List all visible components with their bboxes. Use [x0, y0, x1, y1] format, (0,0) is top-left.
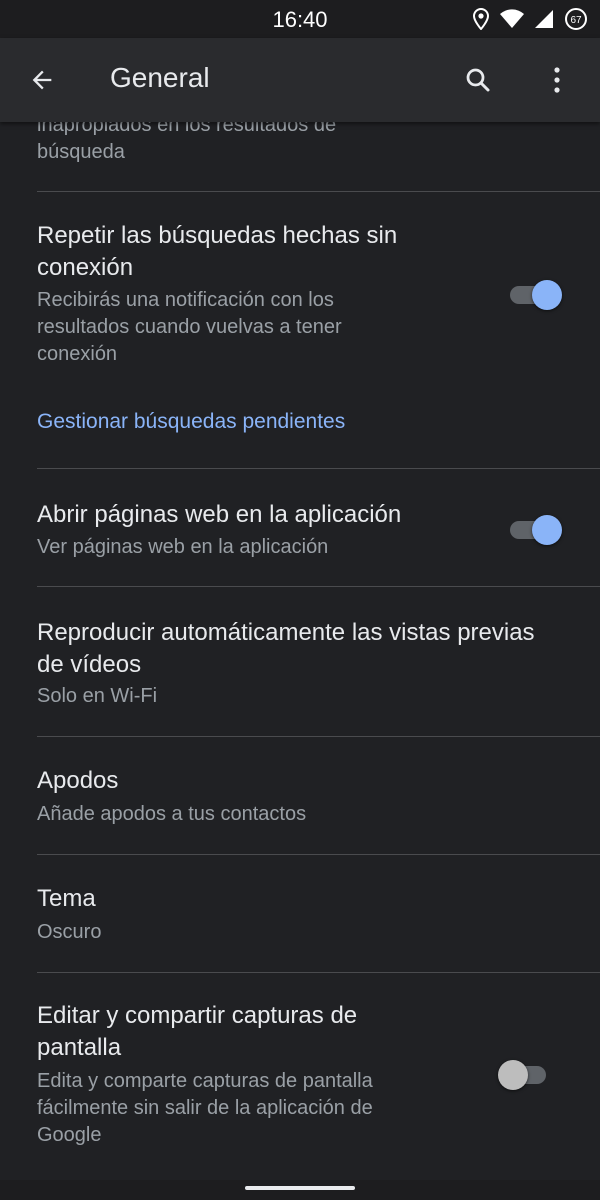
back-button[interactable]	[22, 60, 62, 100]
status-icons: 67	[472, 6, 588, 32]
setting-summary: Ver páginas web en la aplicación	[37, 536, 329, 558]
back-arrow-icon	[32, 70, 52, 90]
setting-summary: Edita y comparte capturas de pantalla fá…	[37, 1070, 373, 1146]
partial-setting-summary: inapropiados en los resultados de búsque…	[37, 122, 337, 163]
setting-summary: Añade apodos a tus contactos	[37, 803, 307, 825]
setting-summary: Oscuro	[37, 921, 102, 943]
setting-theme[interactable]: Tema Oscuro	[0, 855, 600, 972]
setting-open-in-app[interactable]: Abrir páginas web en la aplicación Ver p…	[0, 469, 600, 586]
status-bar: 16:40 67	[0, 0, 600, 38]
setting-summary: Recibirás una notificación con los resul…	[37, 289, 342, 365]
manage-pending-searches-link[interactable]: Gestionar búsquedas pendientes	[37, 408, 345, 436]
setting-title: Apodos	[37, 767, 119, 794]
setting-screenshots[interactable]: Editar y compartir capturas de pantalla …	[0, 973, 600, 1180]
more-vert-icon	[554, 67, 560, 93]
battery-saver-icon: 67	[564, 7, 588, 31]
offline-searches-toggle[interactable]	[508, 276, 562, 312]
wifi-icon	[500, 9, 524, 29]
setting-title: Repetir las búsquedas hechas sin conexió…	[37, 222, 398, 281]
more-options-button[interactable]	[537, 60, 577, 100]
screenshots-toggle[interactable]	[498, 1056, 548, 1092]
partial-setting-item[interactable]: inapropiados en los resultados de búsque…	[0, 122, 600, 192]
setting-title: Tema	[37, 885, 96, 912]
setting-title: Editar y compartir capturas de pantalla	[37, 1002, 358, 1061]
gesture-nav-bar	[0, 1180, 600, 1200]
open-in-app-toggle[interactable]	[508, 511, 562, 547]
cell-signal-icon	[534, 9, 554, 29]
top-app-bar: General	[0, 38, 600, 122]
setting-summary: Solo en Wi-Fi	[37, 685, 158, 707]
search-icon	[466, 68, 490, 92]
svg-text:67: 67	[570, 15, 582, 26]
setting-autoplay-previews[interactable]: Reproducir automáticamente las vistas pr…	[0, 587, 600, 736]
setting-title: Abrir páginas web en la aplicación	[37, 501, 402, 528]
search-button[interactable]	[458, 60, 498, 100]
setting-offline-searches[interactable]: Repetir las búsquedas hechas sin conexió…	[0, 192, 600, 396]
location-icon	[472, 8, 490, 30]
home-handle[interactable]	[245, 1186, 355, 1190]
setting-nicknames[interactable]: Apodos Añade apodos a tus contactos	[0, 737, 600, 854]
page-title: General	[110, 62, 210, 93]
settings-list[interactable]: inapropiados en los resultados de búsque…	[0, 122, 600, 1180]
setting-title: Reproducir automáticamente las vistas pr…	[37, 619, 535, 678]
